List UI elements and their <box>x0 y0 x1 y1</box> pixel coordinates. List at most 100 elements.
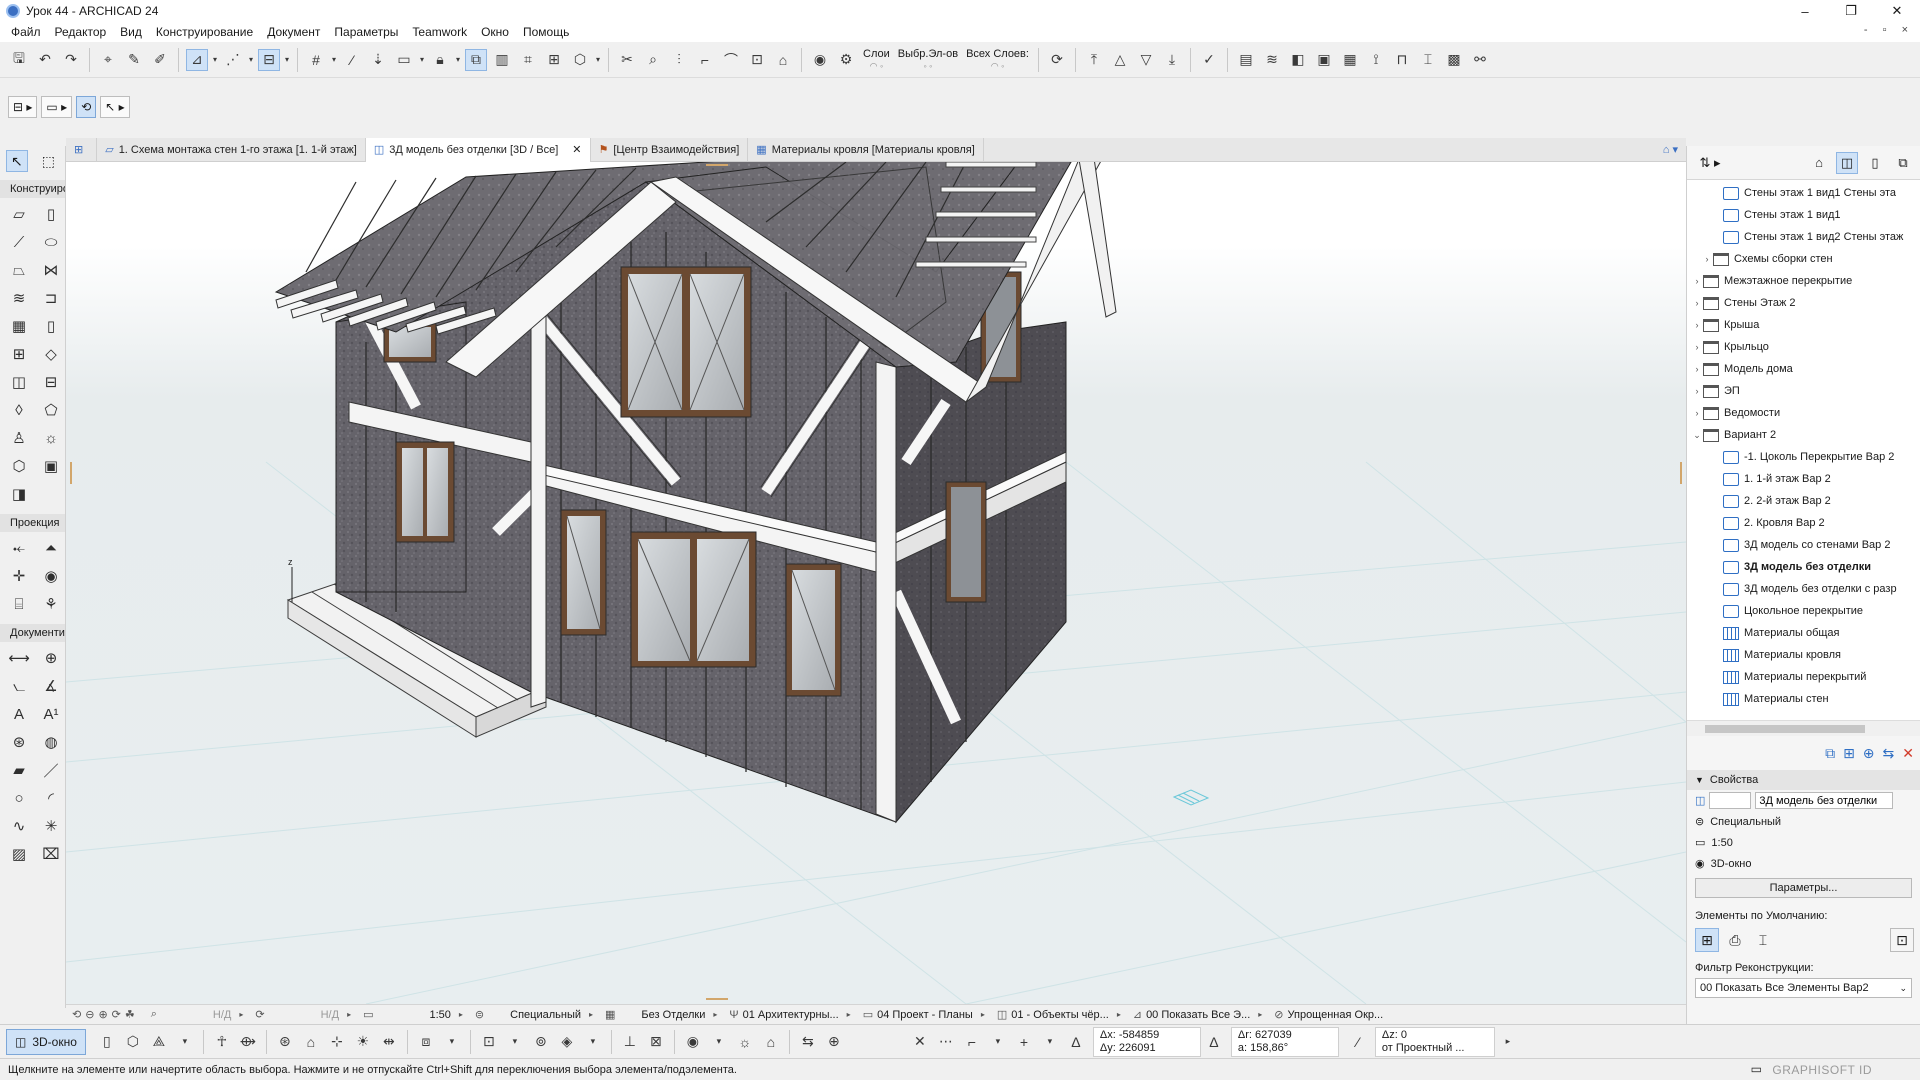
close-tab-icon[interactable]: ✕ <box>572 143 581 156</box>
menu-help[interactable]: Помощь <box>516 25 576 39</box>
profile-tool-icon[interactable]: ◨ <box>4 481 34 507</box>
undo-icon[interactable]: ↶ <box>34 49 56 71</box>
section-tool-icon[interactable]: ⤝ <box>4 535 34 561</box>
walk-mode-icon[interactable]: ☥ <box>211 1031 233 1053</box>
3d-viewport[interactable]: z <box>66 162 1686 1004</box>
all-layers-status[interactable]: Всех Слоев: ◠ ◦ <box>966 48 1029 72</box>
menu-view[interactable]: Вид <box>113 25 149 39</box>
curtain-wall-tool-icon[interactable]: ▦ <box>4 313 34 339</box>
marquee-3d-icon[interactable]: ⊹ <box>326 1031 348 1053</box>
zoom-out-icon[interactable]: ⊖ <box>85 1008 94 1021</box>
toolbox-section-view[interactable]: Проекция <box>0 514 65 532</box>
spell-check-icon[interactable]: ✓ <box>1198 49 1220 71</box>
object-tool-icon[interactable]: ♙ <box>4 425 34 451</box>
column-tool-icon[interactable]: ▯ <box>36 201 66 227</box>
zone-stamp-icon[interactable]: ◍ <box>36 729 66 755</box>
zoom-in-icon[interactable]: ⊕ <box>98 1008 107 1021</box>
opening-tool-icon[interactable]: ▣ <box>36 453 66 479</box>
tab-list-menu[interactable]: ⌂ ▾ <box>1655 138 1686 162</box>
renovation-filter-select[interactable]: 00 Показать Все Элементы Вар2 ⌄ <box>1695 978 1912 998</box>
chevron-down-icon[interactable]: ▾ <box>453 49 463 71</box>
cutaway-icon[interactable]: ⊛ <box>274 1031 296 1053</box>
renovation-filter-dropdown[interactable]: ⊿ 00 Показать Все Э... ▸ <box>1127 1005 1268 1025</box>
walk-icon[interactable]: ☘ <box>125 1008 135 1021</box>
orbit-view-icon[interactable]: ⟳ <box>112 1008 121 1021</box>
orbit-icon[interactable]: ⟲ <box>76 96 97 118</box>
parallel-projection-icon[interactable]: ▯ <box>96 1031 118 1053</box>
gravity-icon[interactable]: ⊟ <box>258 48 280 71</box>
close-button[interactable]: ✕ <box>1874 0 1920 22</box>
chevron-down-icon[interactable]: ▾ <box>987 1031 1009 1053</box>
wall-settings-icon[interactable]: ▤ <box>1235 49 1257 71</box>
chevron-down-icon[interactable]: ▾ <box>504 1031 526 1053</box>
surface-finish-dropdown[interactable]: ▦ Без Отделки ▸ <box>599 1005 723 1025</box>
split-icon[interactable]: ✂ <box>616 49 638 71</box>
navigator-item[interactable]: › ЭП <box>1687 380 1920 402</box>
project-map-icon[interactable]: ⌂ <box>1808 152 1830 174</box>
marquee-icon[interactable]: ▭ <box>393 49 415 71</box>
roof-tool-icon[interactable]: ⏢ <box>4 257 34 283</box>
hotspot-tool-icon[interactable]: ✳ <box>36 813 66 839</box>
navigator-options-icon[interactable]: ⇅ ▸ <box>1699 152 1721 174</box>
navigator-item[interactable]: Стены этаж 1 вид2 Стены этаж <box>1687 226 1920 248</box>
slab-settings-icon[interactable]: ◧ <box>1287 49 1309 71</box>
intersect-icon[interactable]: ⌗ <box>517 49 539 71</box>
defaults-print-icon[interactable]: ⎙ <box>1723 928 1747 952</box>
label-tool-icon[interactable]: A¹ <box>36 701 66 727</box>
fit-in-window-icon[interactable]: ⊡ <box>478 1031 500 1053</box>
detail-tool-icon[interactable]: ⌸ <box>4 591 34 617</box>
navigator-item[interactable]: › Ведомости <box>1687 402 1920 424</box>
marquee-select-icon[interactable]: ⬚ <box>38 150 59 172</box>
polar-coordinates[interactable]: Δr: 627039 a: 158,86° <box>1230 1026 1339 1057</box>
stair-settings-icon[interactable]: ⟟ <box>1365 49 1387 71</box>
navigator-scrollbar[interactable] <box>1687 720 1920 736</box>
navigator-item[interactable]: › Модель дома <box>1687 358 1920 380</box>
navigator-item[interactable]: › Стены Этаж 2 <box>1687 292 1920 314</box>
graphisoft-id-icon[interactable]: ▭ <box>1751 1062 1762 1076</box>
snap-guides-icon[interactable]: ⋰ <box>222 49 244 71</box>
text-tool-icon[interactable]: A <box>4 701 34 727</box>
navigator-item[interactable]: › Крыльцо <box>1687 336 1920 358</box>
corner-window-tool-icon[interactable]: ⊟ <box>36 369 66 395</box>
camera-icon[interactable]: ◉ <box>682 1031 704 1053</box>
railing-settings-icon[interactable]: ⊓ <box>1391 49 1413 71</box>
expand-arrow-icon[interactable]: › <box>1691 364 1703 374</box>
surface-materials-icon[interactable]: ⊚ <box>530 1031 552 1053</box>
navigator-item[interactable]: Материалы перекрытий <box>1687 666 1920 688</box>
send-to-back-icon[interactable]: ⤓ <box>1161 49 1183 71</box>
layout-book-icon[interactable]: ▯ <box>1864 152 1886 174</box>
selection-mode-dropdown[interactable]: ▭ ▸ <box>41 96 73 118</box>
navigator-item[interactable]: 3Д модель со стенами Вар 2 <box>1687 534 1920 556</box>
menu-options[interactable]: Параметры <box>327 25 405 39</box>
wall-end-tool-icon[interactable]: ◫ <box>4 369 34 395</box>
stair-tool-icon[interactable]: ≋ <box>4 285 34 311</box>
expand-arrow-icon[interactable]: ⌄ <box>1691 430 1703 441</box>
tab-overview[interactable]: ⊞ <box>66 137 98 162</box>
dimension-tool-icon[interactable]: ⟷ <box>4 645 34 671</box>
structure-view-icon[interactable]: ⊠ <box>645 1031 667 1053</box>
window-tool-icon[interactable]: ⊞ <box>4 341 34 367</box>
axonometry-icon[interactable]: ⟁ <box>148 1031 170 1053</box>
beam-settings-icon[interactable]: ≋ <box>1261 49 1283 71</box>
column-settings-icon[interactable]: ▣ <box>1313 49 1335 71</box>
3d-window-button[interactable]: ◫ 3D-окно <box>6 1028 86 1055</box>
expand-arrow-icon[interactable]: › <box>1691 298 1703 308</box>
redo-icon[interactable]: ↷ <box>60 49 82 71</box>
light-icon[interactable]: ☼ <box>734 1031 756 1053</box>
navigator-item[interactable]: ⌄ Вариант 2 <box>1687 424 1920 446</box>
stair-view-icon[interactable]: ⊥ <box>619 1031 641 1053</box>
defaults-dimension-icon[interactable]: ⌶ <box>1751 928 1775 952</box>
expand-arrow-icon[interactable]: › <box>1701 254 1713 264</box>
explore-icon[interactable]: ⟴ <box>237 1031 259 1053</box>
guide-lines-icon[interactable]: ⊿ <box>186 48 208 71</box>
parameters-button[interactable]: Параметры... <box>1695 878 1912 898</box>
navigator-item[interactable]: Стены этаж 1 вид1 Стены эта <box>1687 182 1920 204</box>
skylight-tool-icon[interactable]: ◇ <box>36 341 66 367</box>
layers-eye-icon[interactable]: ◉ <box>809 49 831 71</box>
slab-tool-icon[interactable]: ⬭ <box>36 229 66 255</box>
dimension-style-dropdown[interactable]: ⊘ Упрощенная Окр... <box>1268 1005 1389 1025</box>
teamwork-icon[interactable]: ⚯ <box>1469 49 1491 71</box>
arc-tool-icon[interactable]: ◜ <box>36 785 66 811</box>
fillet-icon[interactable]: ⌒ <box>720 49 742 71</box>
relative-construction-icon[interactable]: ⌐ <box>961 1031 983 1053</box>
